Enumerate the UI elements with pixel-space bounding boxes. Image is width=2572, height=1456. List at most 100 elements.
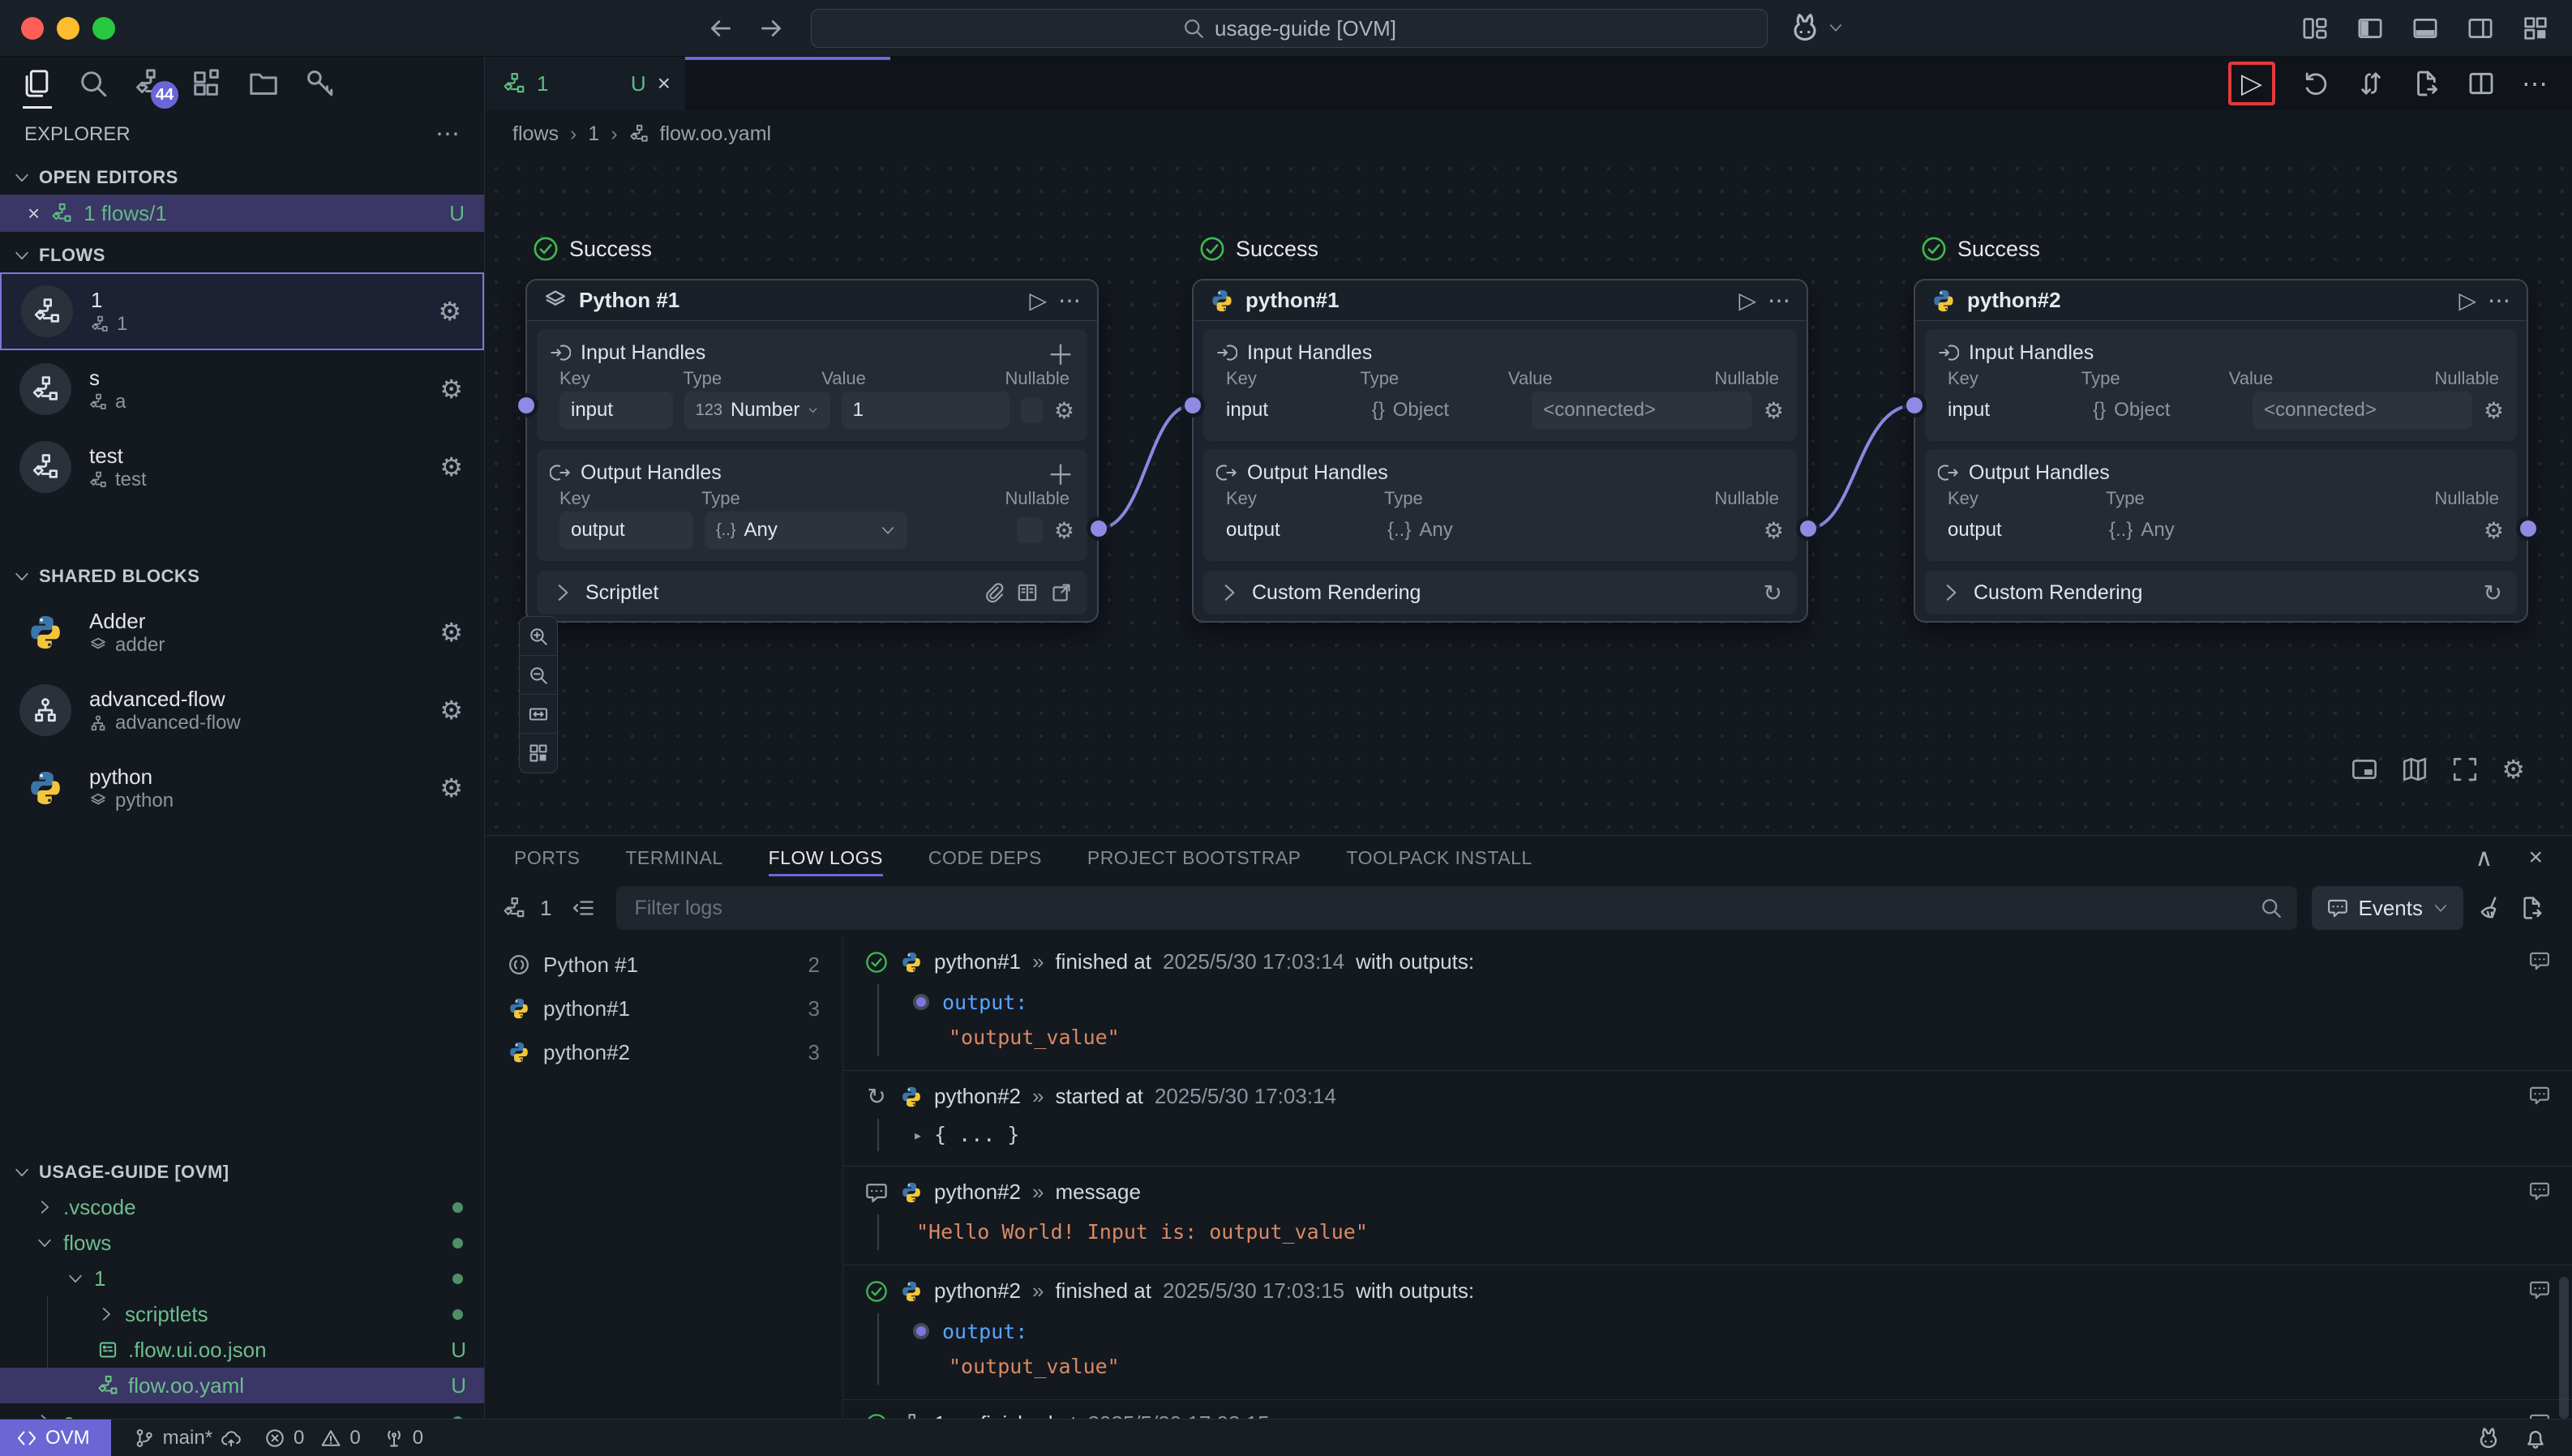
input-value-field[interactable]: 1 xyxy=(842,392,1010,429)
back-icon[interactable] xyxy=(707,15,735,42)
handle-settings-gear-icon[interactable]: ⚙ xyxy=(1054,397,1074,424)
node-header[interactable]: python#2 ▷ ⋯ xyxy=(1915,280,2527,321)
editor-more-actions-icon[interactable]: ⋯ xyxy=(2522,68,2548,99)
flow-item-test[interactable]: test test ⚙ xyxy=(0,428,484,506)
tab-toolpack-install[interactable]: TOOLPACK INSTALL xyxy=(1347,836,1532,880)
manage-gear-icon[interactable] xyxy=(2522,15,2549,42)
canvas-settings-gear-icon[interactable]: ⚙ xyxy=(2501,754,2525,785)
sidebar-more-icon[interactable]: ⋯ xyxy=(435,120,460,148)
problems-item[interactable]: 0 0 xyxy=(264,1427,361,1450)
tree-item-flows[interactable]: flows xyxy=(0,1225,484,1261)
tab-terminal[interactable]: TERMINAL xyxy=(625,836,722,880)
flows-section-header[interactable]: FLOWS xyxy=(0,238,484,272)
handle-settings-gear-icon[interactable]: ⚙ xyxy=(2484,397,2504,424)
shared-block-advanced-flow[interactable]: advanced-flow advanced-flow ⚙ xyxy=(0,671,484,749)
breadcrumb-item[interactable]: flow.oo.yaml xyxy=(660,122,772,146)
workspace-section-header[interactable]: USAGE-GUIDE [OVM] xyxy=(0,1155,484,1189)
oomol-rabbit-icon[interactable] xyxy=(2476,1426,2501,1450)
export-logs-icon[interactable] xyxy=(2518,895,2544,921)
shared-block-python[interactable]: python python ⚙ xyxy=(0,749,484,827)
extensions-activity-icon[interactable] xyxy=(191,68,222,99)
node-python-hash1[interactable]: python#1 ▷ ⋯ Input Handles KeyTypeValueN… xyxy=(1192,279,1808,623)
tab-flow-1[interactable]: 1 U × xyxy=(485,57,685,110)
tab-close-icon[interactable]: × xyxy=(658,71,671,96)
oomol-account-menu[interactable] xyxy=(1789,11,1844,44)
input-type-select[interactable]: 123Number xyxy=(684,392,830,429)
rerun-icon[interactable] xyxy=(2301,69,2330,98)
explorer-activity-icon[interactable] xyxy=(21,68,52,99)
input-handle[interactable] xyxy=(518,397,534,413)
open-external-icon[interactable] xyxy=(1050,581,1073,604)
panel-close-icon[interactable]: × xyxy=(2528,844,2543,871)
block-settings-gear-icon[interactable]: ⚙ xyxy=(439,773,463,803)
run-node-icon[interactable]: ▷ xyxy=(2458,287,2476,314)
refresh-icon[interactable]: ↻ xyxy=(1764,580,1782,606)
breadcrumb-item[interactable]: flows xyxy=(512,122,559,146)
notifications-bell-icon[interactable] xyxy=(2523,1426,2548,1450)
expand-arrow-icon[interactable]: ▸ xyxy=(913,1119,923,1151)
open-editor-item[interactable]: × 1 flows/1 U xyxy=(0,195,484,232)
tree-item-1[interactable]: 1 xyxy=(0,1261,484,1296)
scriptlet-row[interactable]: Scriptlet xyxy=(537,571,1087,615)
output-type-select[interactable]: {..}Any xyxy=(705,512,907,549)
sync-cloud-icon[interactable] xyxy=(221,1428,242,1449)
flow-item-1[interactable]: 1 1 ⚙ xyxy=(0,272,484,350)
git-branch-item[interactable]: main* xyxy=(134,1427,242,1450)
nullable-checkbox[interactable] xyxy=(1017,517,1043,543)
log-source-item[interactable]: python#23 xyxy=(485,1030,842,1074)
handle-settings-gear-icon[interactable]: ⚙ xyxy=(1764,397,1784,424)
refresh-icon[interactable]: ↻ xyxy=(2484,580,2502,606)
fit-view-icon[interactable] xyxy=(520,695,557,734)
tab-flow-logs[interactable]: FLOW LOGS xyxy=(769,836,883,880)
output-handle[interactable] xyxy=(2520,520,2536,537)
block-settings-gear-icon[interactable]: ⚙ xyxy=(439,617,463,648)
filter-logs-input[interactable] xyxy=(634,897,2259,920)
node-more-icon[interactable]: ⋯ xyxy=(1768,287,1790,314)
flows-activity-icon[interactable]: 44 xyxy=(135,68,165,99)
breadcrumb-item[interactable]: 1 xyxy=(588,122,599,146)
tree-item-flow-ui-json[interactable]: .flow.ui.oo.jsonU xyxy=(0,1332,484,1368)
tab-project-bootstrap[interactable]: PROJECT BOOTSTRAP xyxy=(1087,836,1301,880)
forward-icon[interactable] xyxy=(757,15,785,42)
input-handle[interactable] xyxy=(1906,397,1923,413)
flow-swap-icon[interactable] xyxy=(2356,69,2386,98)
close-window-button[interactable] xyxy=(21,17,44,40)
add-input-icon[interactable]: ＋ xyxy=(1047,333,1074,373)
log-entries[interactable]: python#1 » finished at 2025/5/30 17:03:1… xyxy=(843,936,2572,1419)
auto-layout-icon[interactable] xyxy=(520,734,557,773)
panel-maximize-icon[interactable]: ∧ xyxy=(2476,844,2493,872)
flow-settings-gear-icon[interactable]: ⚙ xyxy=(439,452,463,482)
input-handle[interactable] xyxy=(1185,397,1201,413)
split-editor-icon[interactable] xyxy=(2467,69,2496,98)
tree-item-scriptlets[interactable]: scriptlets xyxy=(0,1296,484,1332)
minimap-icon[interactable] xyxy=(2401,756,2428,783)
clear-logs-broom-icon[interactable] xyxy=(2478,895,2504,921)
add-output-icon[interactable]: ＋ xyxy=(1047,453,1074,493)
flow-settings-gear-icon[interactable]: ⚙ xyxy=(438,296,461,327)
toggle-sidebar-icon[interactable] xyxy=(2356,15,2384,42)
notebook-icon[interactable] xyxy=(1016,581,1039,604)
input-key-field[interactable]: input xyxy=(559,392,673,429)
node-header[interactable]: python#1 ▷ ⋯ xyxy=(1194,280,1807,321)
close-editor-icon[interactable]: × xyxy=(28,201,40,226)
handle-settings-gear-icon[interactable]: ⚙ xyxy=(1764,517,1784,544)
events-filter-dropdown[interactable]: Events xyxy=(2312,886,2464,930)
output-handle[interactable] xyxy=(1800,520,1816,537)
flow-canvas[interactable]: Success Success Success Python #1 ▷ ⋯ In… xyxy=(485,157,2572,835)
remote-indicator[interactable]: OVM xyxy=(0,1420,111,1456)
flow-item-s[interactable]: s a ⚙ xyxy=(0,350,484,428)
fullscreen-icon[interactable] xyxy=(2451,756,2479,783)
screenshot-icon[interactable] xyxy=(2351,756,2378,783)
block-settings-gear-icon[interactable]: ⚙ xyxy=(439,695,463,726)
tab-ports[interactable]: PORTS xyxy=(514,836,580,880)
minimize-window-button[interactable] xyxy=(57,17,79,40)
shared-block-adder[interactable]: Adder adder ⚙ xyxy=(0,593,484,671)
zoom-out-icon[interactable] xyxy=(520,656,557,695)
tab-code-deps[interactable]: CODE DEPS xyxy=(928,836,1042,880)
output-handle[interactable] xyxy=(1091,520,1107,537)
ports-item[interactable]: 0 xyxy=(384,1427,423,1450)
comment-icon[interactable] xyxy=(2528,949,2551,972)
shared-blocks-header[interactable]: SHARED BLOCKS xyxy=(0,559,484,593)
log-source-item[interactable]: Python #12 xyxy=(485,943,842,987)
node-header[interactable]: Python #1 ▷ ⋯ xyxy=(527,280,1097,321)
